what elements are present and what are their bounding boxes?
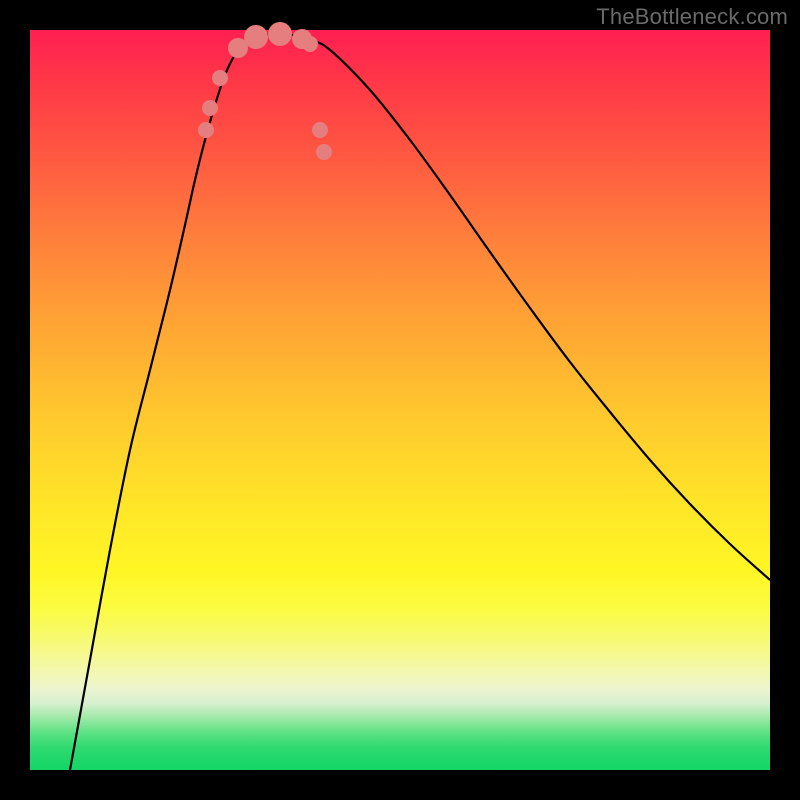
marker-dot <box>312 122 328 138</box>
marker-dot <box>302 36 318 52</box>
marker-dot <box>202 100 218 116</box>
gradient-plot-area <box>30 30 770 770</box>
marker-dot <box>268 22 292 46</box>
chart-frame: TheBottleneck.com <box>0 0 800 800</box>
bottleneck-curve <box>70 34 770 770</box>
marker-dot <box>198 122 214 138</box>
highlight-markers <box>198 22 332 160</box>
marker-dot <box>212 70 228 86</box>
marker-dot <box>244 25 268 49</box>
watermark-text: TheBottleneck.com <box>596 4 788 30</box>
marker-dot <box>316 144 332 160</box>
curve-svg <box>30 30 770 770</box>
